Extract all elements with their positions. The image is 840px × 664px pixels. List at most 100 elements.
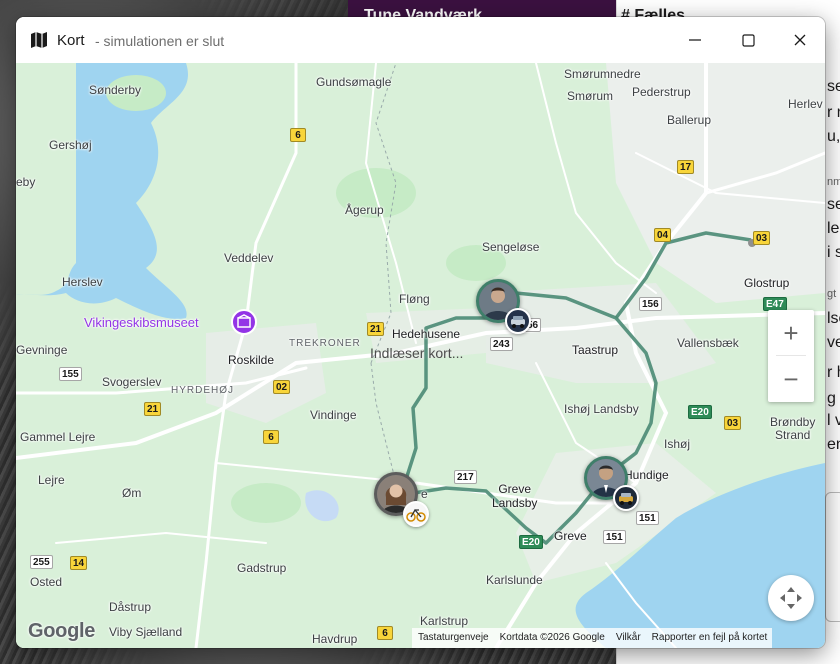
background-chat-fragment: u, [827,128,840,145]
road-shield: 151 [603,530,626,544]
background-chat-fragment: r n [827,104,840,121]
place-label: Dåstrup [109,600,152,614]
background-chat-fragment: en [827,436,840,453]
road-shield: 6 [290,128,306,142]
background-chat-fragment: se [827,196,840,213]
road-shield: 02 [273,380,291,394]
place-label: Taastrup [572,343,619,357]
place-label: Viby Sjælland [109,625,183,639]
place-label: Glostrup [744,276,790,290]
place-label: Herlev [788,97,823,111]
place-label: Hundige [624,468,669,482]
place-label: Veddelev [224,251,274,265]
place-label: Hedehusene [392,327,461,341]
bicycle-icon [403,501,429,527]
recenter-button[interactable] [768,575,814,621]
place-label: Vindinge [310,408,357,422]
place-label: Vallensbæk [677,336,739,350]
poi-label[interactable]: Vikingeskibsmuseet [84,315,199,330]
place-label: Sønderby [89,83,142,97]
minimize-button[interactable] [670,17,720,63]
road-shield: 6 [263,430,279,444]
zoom-controls: + − [768,310,814,402]
place-label: Gershøj [49,138,92,152]
map-icon [31,32,47,48]
place-label: Gevninge [16,343,68,357]
place-label: Pederstrup [632,85,691,99]
museum-icon[interactable] [231,309,257,335]
road-shield: 21 [367,322,385,336]
place-label: Ishøj Landsby [564,402,639,416]
road-shield: E20 [519,535,543,549]
report-error-link[interactable]: Rapporter en fejl på kortet [646,628,773,648]
road-shield: 217 [454,470,477,484]
road-shield: 155 [59,367,82,381]
background-chat-fragment: r h [827,364,840,381]
place-label: Herslev [62,275,103,289]
close-icon [794,34,806,46]
place-label: Osted [30,575,63,589]
car-icon [505,308,531,334]
place-label: Sengeløse [482,240,540,254]
place-label: Ishøj [664,437,691,451]
keyboard-shortcuts-link[interactable]: Tastaturgenveje [412,628,494,648]
minimize-icon [689,39,701,41]
place-label: Smørum [567,89,613,103]
background-chat-fragment: nm [827,176,840,188]
maximize-button[interactable] [723,17,773,63]
background-chat-fragment: leg [827,220,840,237]
background-chat-fragment: i s [827,244,840,261]
road-shield: 151 [636,511,659,525]
map-attribution: Tastaturgenveje Kortdata ©2026 Google Vi… [412,628,773,648]
road-shield: 14 [70,556,88,570]
place-label: Ågerup [345,203,384,217]
road-shield: 156 [639,297,662,311]
road-shield: 04 [654,228,672,242]
terms-link[interactable]: Vilkår [610,628,646,648]
background-chat-fragment: se [827,78,840,95]
road-shield: 03 [753,231,771,245]
map-loading-text: Indlæser kort... [370,345,464,361]
place-label: Gammel Lejre [20,430,96,444]
zoom-in-button[interactable]: + [768,310,814,356]
road-shield: 243 [490,337,513,351]
place-label: Gadstrup [237,561,287,575]
place-label: Greve Landsby [492,482,538,510]
close-button[interactable] [775,17,825,63]
window-title: Kort [57,32,85,49]
map-data-label: Kortdata ©2026 Google [499,632,605,643]
background-chat-fragment: ve [827,334,840,351]
map-window: Kort - simulationen er slut Gundsømagle … [16,17,825,648]
place-label: Smørumnedre [564,67,641,81]
background-chat-fragment: l v [827,412,840,429]
place-label: Brøndby Strand [770,415,816,442]
window-titlebar[interactable]: Kort - simulationen er slut [16,17,825,63]
background-chat-fragment: g [827,390,836,407]
place-label: Greve [554,529,587,543]
background-chat-fragment: lse [827,310,840,327]
zoom-out-button[interactable]: − [768,356,814,402]
place-label: Roskilde [228,353,275,367]
road-shield: E47 [763,297,787,311]
window-subtitle: - simulationen er slut [95,33,225,49]
google-logo: Google [28,620,96,642]
place-label: Ballerup [667,113,712,127]
place-label: Gundsømagle [316,75,392,89]
background-channel-header: Tune Vandværk [348,0,616,18]
place-label: e [421,487,428,501]
minus-icon: − [783,364,799,394]
map-canvas[interactable]: Gundsømagle Smørumnedre Sønderby Smørum … [16,63,825,648]
place-label: eby [16,175,36,189]
place-label: Lejre [38,473,65,487]
car-icon [613,485,639,511]
road-shield: 03 [724,416,742,430]
plus-icon: + [783,318,799,348]
road-shield: 17 [677,160,695,174]
road-shield: 21 [144,402,162,416]
place-label: Øm [122,486,142,500]
road-shield: E20 [688,405,712,419]
place-label: Havdrup [312,632,358,646]
background-chat-fragment: gt [827,288,837,300]
fullscreen-arrows-icon [780,587,802,609]
road-shield: 6 [377,626,393,640]
